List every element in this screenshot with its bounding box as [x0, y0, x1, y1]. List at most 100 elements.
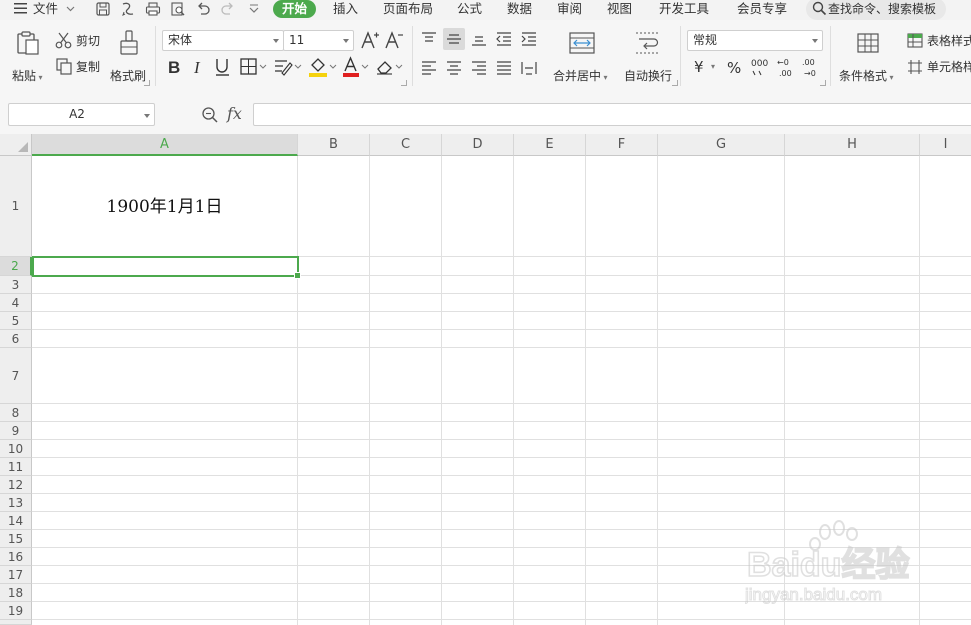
column-header-e[interactable]: E: [514, 134, 586, 156]
tab-developer[interactable]: 开发工具: [659, 0, 709, 18]
active-cell-a2[interactable]: [32, 256, 299, 277]
column-header-i[interactable]: I: [920, 134, 971, 156]
tab-insert[interactable]: 插入: [333, 0, 358, 18]
decrease-decimal-icon[interactable]: .00→0: [801, 56, 821, 80]
tab-view[interactable]: 视图: [607, 0, 632, 18]
row-header-11[interactable]: 11: [0, 458, 32, 476]
print-preview-icon[interactable]: [170, 1, 186, 17]
italic-icon[interactable]: I: [191, 58, 206, 76]
row-header-5[interactable]: 5: [0, 312, 32, 330]
align-middle-button[interactable]: [443, 28, 465, 50]
row-header-18[interactable]: 18: [0, 584, 32, 602]
print-icon[interactable]: [145, 1, 161, 17]
table-style-button[interactable]: 表格样式: [905, 32, 971, 50]
cell-format-icon[interactable]: [273, 58, 303, 76]
row-header-6[interactable]: 6: [0, 330, 32, 348]
search-icon: [812, 1, 827, 16]
row-header-10[interactable]: 10: [0, 440, 32, 458]
row-header-15[interactable]: 15: [0, 530, 32, 548]
currency-format-button[interactable]: ¥ ▾: [692, 58, 720, 76]
tab-data[interactable]: 数据: [507, 0, 532, 18]
percent-button[interactable]: %: [727, 59, 741, 77]
tab-review[interactable]: 审阅: [557, 0, 582, 18]
justify-icon[interactable]: [495, 60, 513, 76]
distributed-align-icon[interactable]: [520, 60, 538, 76]
column-header-a[interactable]: A: [32, 134, 298, 156]
cut-button[interactable]: 剪切: [55, 32, 103, 50]
align-center-icon[interactable]: [445, 60, 463, 76]
row-header-13[interactable]: 13: [0, 494, 32, 512]
decrease-font-icon[interactable]: [384, 30, 404, 50]
file-menu[interactable]: 文件: [14, 0, 75, 18]
alignment-launcher[interactable]: [672, 80, 678, 86]
font-name-select[interactable]: 宋体: [162, 30, 284, 51]
align-left-icon[interactable]: [420, 60, 438, 76]
clear-format-icon[interactable]: [375, 58, 405, 76]
number-format-select[interactable]: 常规: [687, 30, 823, 51]
column-header-g[interactable]: G: [658, 134, 785, 156]
output-pdf-icon[interactable]: [120, 1, 136, 17]
row-header-17[interactable]: 17: [0, 566, 32, 584]
align-top-icon[interactable]: [420, 31, 438, 47]
tab-formulas[interactable]: 公式: [457, 0, 482, 18]
increase-decimal-icon[interactable]: ←0.00: [776, 56, 796, 80]
column-header-d[interactable]: D: [442, 134, 514, 156]
number-launcher[interactable]: [820, 80, 826, 86]
tab-member[interactable]: 会员专享: [737, 0, 787, 18]
underline-icon[interactable]: [214, 57, 231, 77]
font-color-icon[interactable]: [341, 56, 371, 78]
merge-center-button[interactable]: 合并居中 ▾: [551, 28, 613, 86]
border-icon[interactable]: [240, 58, 268, 76]
column-header-c[interactable]: C: [370, 134, 442, 156]
decrease-indent-icon[interactable]: [495, 31, 513, 47]
conditional-format-button[interactable]: 条件格式 ▾: [838, 28, 900, 86]
row-header-7[interactable]: 7: [0, 348, 32, 404]
formula-input[interactable]: [253, 103, 971, 126]
grid-line: [297, 156, 298, 625]
fill-color-icon[interactable]: [308, 56, 338, 78]
redo-icon[interactable]: [220, 1, 236, 17]
save-icon[interactable]: [95, 1, 111, 17]
increase-font-icon[interactable]: [360, 30, 380, 50]
format-painter-button[interactable]: 格式刷: [108, 28, 150, 86]
column-header-h[interactable]: H: [785, 134, 920, 156]
wrap-text-button[interactable]: 自动换行: [621, 28, 675, 86]
column-header-f[interactable]: F: [586, 134, 658, 156]
row-header-9[interactable]: 9: [0, 422, 32, 440]
svg-text:→0: →0: [804, 69, 816, 78]
align-bottom-icon[interactable]: [470, 31, 488, 47]
row-header-14[interactable]: 14: [0, 512, 32, 530]
thousands-separator-icon[interactable]: 000: [750, 57, 770, 79]
clipboard-launcher[interactable]: [144, 80, 150, 86]
column-header-b[interactable]: B: [298, 134, 370, 156]
paste-button[interactable]: 粘贴 ▾: [12, 28, 43, 86]
row-header-12[interactable]: 12: [0, 476, 32, 494]
bold-icon[interactable]: B: [166, 58, 183, 76]
undo-icon[interactable]: [195, 1, 211, 17]
cell-a1[interactable]: 1900年1月1日: [32, 196, 297, 218]
tab-home[interactable]: 开始: [273, 0, 317, 18]
conditional-format-label: 条件格式: [839, 69, 888, 83]
row-header-19[interactable]: 19: [0, 602, 32, 620]
cell-style-button[interactable]: 单元格样: [905, 58, 971, 76]
zoom-function-icon[interactable]: [201, 106, 219, 124]
font-launcher[interactable]: [401, 80, 407, 86]
align-right-icon[interactable]: [470, 60, 488, 76]
customize-toolbar-icon[interactable]: [246, 1, 262, 17]
tab-page-layout[interactable]: 页面布局: [383, 0, 433, 18]
dropdown-arrow-icon: [812, 39, 818, 43]
row-header-3[interactable]: 3: [0, 276, 32, 294]
fill-handle[interactable]: [294, 272, 301, 279]
row-header-2[interactable]: 2: [0, 257, 32, 276]
select-all-corner[interactable]: [0, 134, 32, 156]
row-header-4[interactable]: 4: [0, 294, 32, 312]
row-header-16[interactable]: 16: [0, 548, 32, 566]
row-header-8[interactable]: 8: [0, 404, 32, 422]
command-search[interactable]: 查找命令、搜索模板: [806, 0, 946, 20]
increase-indent-icon[interactable]: [520, 31, 538, 47]
row-header-1[interactable]: 1: [0, 156, 32, 257]
name-box[interactable]: A2: [8, 103, 155, 126]
copy-button[interactable]: 复制: [55, 58, 103, 76]
font-size-select[interactable]: 11: [283, 30, 354, 51]
insert-function-button[interactable]: fx: [227, 105, 242, 123]
